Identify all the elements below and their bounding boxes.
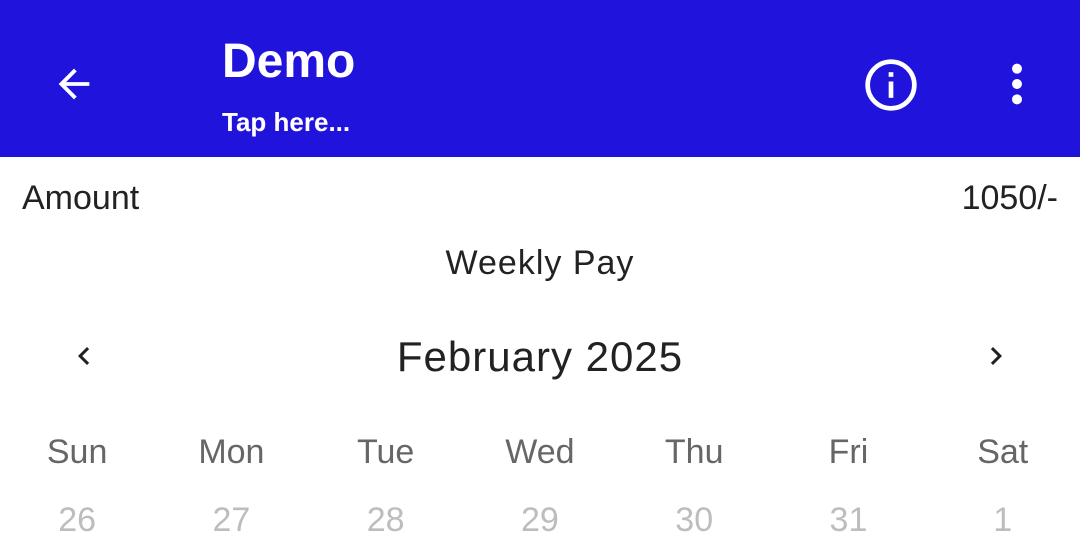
plan-label: Weekly Pay [445,244,635,282]
weekday-label: Fri [828,433,869,471]
info-button[interactable] [858,52,924,118]
back-button[interactable] [44,54,104,114]
weekday-label: Mon [198,433,265,471]
chevron-right-icon [990,347,1002,365]
more-vertical-icon [1012,63,1022,105]
app-bar: Demo Tap here... [0,0,1080,157]
weekday-label: Sun [46,433,108,471]
amount-value: 1050/- [961,179,1058,217]
weekday-header: Sun Mon Tue Wed Thu Fri Sat [0,430,1080,474]
calendar-day[interactable]: 31 [771,498,925,542]
next-month-button[interactable] [970,330,1022,382]
calendar-day[interactable]: 29 [463,498,617,542]
weekday-label: Tue [357,433,415,471]
calendar-day[interactable]: 1 [926,498,1080,542]
info-circle-icon [865,59,917,111]
calendar-day[interactable]: 26 [0,498,154,542]
month-title: February 2025 [396,333,684,380]
amount-label: Amount [22,179,140,217]
arrow-left-icon [58,68,90,100]
calendar-day[interactable]: 30 [617,498,771,542]
calendar-day[interactable]: 27 [154,498,308,542]
calendar-day[interactable]: 28 [309,498,463,542]
weekday-label: Wed [505,433,575,471]
more-options-button[interactable] [990,54,1044,114]
app-subtitle[interactable]: Tap here... [222,106,350,138]
app-title: Demo [222,35,356,88]
weekday-label: Thu [664,433,724,471]
calendar-week-row: 26 27 28 29 30 31 1 [0,498,1080,542]
weekday-label: Sat [977,433,1029,471]
